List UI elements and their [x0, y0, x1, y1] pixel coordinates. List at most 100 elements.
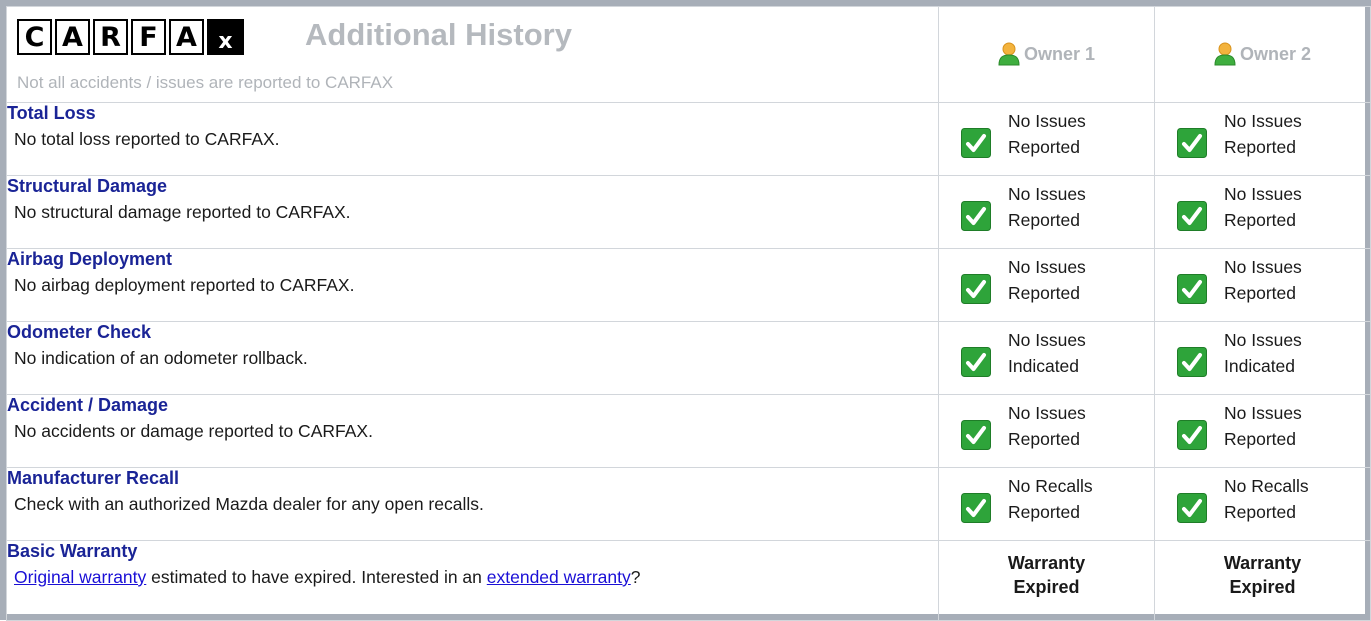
warranty-status-line: Expired [1013, 577, 1080, 597]
owner-1-status: No Issues Indicated [938, 321, 1155, 395]
check-icon [961, 493, 991, 523]
owner-2-status: No Issues Reported [1154, 248, 1371, 322]
owner-1-status: No Recalls Reported [938, 467, 1155, 541]
item-cell: Accident / Damage No accidents or damage… [6, 394, 939, 468]
item-title: Basic Warranty [7, 541, 138, 561]
check-icon [1177, 347, 1207, 377]
status-text: No Recalls [1224, 476, 1309, 496]
check-icon [1177, 201, 1207, 231]
person-icon [998, 42, 1020, 66]
warranty-status-line: Warranty [1223, 553, 1302, 573]
item-title: Structural Damage [7, 176, 168, 196]
history-row-total-loss: Total Loss No total loss reported to CAR… [6, 102, 1371, 176]
owner-1-header: Owner 1 [938, 6, 1155, 103]
item-cell: Basic Warranty Original warranty estimat… [6, 540, 939, 621]
item-title: Manufacturer Recall [7, 468, 180, 488]
item-description: Check with an authorized Mazda dealer fo… [14, 494, 484, 514]
status-text: No Issues [1224, 111, 1302, 131]
owner-1-status: No Issues Reported [938, 394, 1155, 468]
extended-warranty-link[interactable]: extended warranty [487, 567, 631, 587]
status-text: Reported [1224, 429, 1296, 449]
item-description: No structural damage reported to CARFAX. [14, 202, 351, 222]
status-text: No Issues [1224, 257, 1302, 277]
item-cell: Manufacturer Recall Check with an author… [6, 467, 939, 541]
owner-2-status: No Recalls Reported [1154, 467, 1371, 541]
original-warranty-link[interactable]: Original warranty [14, 567, 146, 587]
status-text: No Issues [1008, 111, 1086, 131]
owner-2-status: No Issues Reported [1154, 175, 1371, 249]
owner-2-warranty: Warranty Expired [1154, 540, 1371, 621]
carfax-logo: C A R F A x [17, 19, 247, 55]
status-text: Reported [1008, 429, 1080, 449]
status-text: No Recalls [1008, 476, 1093, 496]
logo-letter: x [207, 19, 244, 55]
check-icon [1177, 128, 1207, 158]
status-text: No Issues [1224, 330, 1302, 350]
section-title: Additional History [305, 17, 572, 52]
status-text: Reported [1008, 137, 1080, 157]
status-text: Reported [1224, 283, 1296, 303]
item-description: Original warranty estimated to have expi… [7, 567, 938, 588]
history-row-structural-damage: Structural Damage No structural damage r… [6, 175, 1371, 249]
history-row-manufacturer-recall: Manufacturer Recall Check with an author… [6, 467, 1371, 541]
logo-letter: A [169, 19, 204, 55]
history-row-accident-damage: Accident / Damage No accidents or damage… [6, 394, 1371, 468]
owner-2-status: No Issues Indicated [1154, 321, 1371, 395]
history-table: C A R F A x Additional History Not all a… [6, 6, 1371, 621]
item-title: Accident / Damage [7, 395, 169, 415]
owner-1-status: No Issues Reported [938, 175, 1155, 249]
logo-letter: F [131, 19, 166, 55]
header-row: C A R F A x Additional History Not all a… [6, 6, 1371, 103]
item-cell: Structural Damage No structural damage r… [6, 175, 939, 249]
item-title: Airbag Deployment [7, 249, 173, 269]
status-text: Indicated [1224, 356, 1296, 376]
status-text: Reported [1224, 137, 1296, 157]
item-cell: Total Loss No total loss reported to CAR… [6, 102, 939, 176]
owner-label: Owner 1 [1023, 43, 1096, 64]
item-description: No indication of an odometer rollback. [14, 348, 308, 368]
warranty-status-line: Expired [1229, 577, 1296, 597]
item-cell: Airbag Deployment No airbag deployment r… [6, 248, 939, 322]
check-icon [961, 274, 991, 304]
item-description: No accidents or damage reported to CARFA… [14, 421, 373, 441]
owner-1-status: No Issues Reported [938, 248, 1155, 322]
owner-label: Owner 2 [1239, 43, 1312, 64]
item-description: No total loss reported to CARFAX. [14, 129, 280, 149]
status-text: Reported [1224, 502, 1296, 522]
owner-2-status: No Issues Reported [1154, 102, 1371, 176]
check-icon [1177, 493, 1207, 523]
status-text: Reported [1224, 210, 1296, 230]
status-text: Reported [1008, 283, 1080, 303]
history-row-airbag-deployment: Airbag Deployment No airbag deployment r… [6, 248, 1371, 322]
check-icon [961, 347, 991, 377]
status-text: Reported [1008, 210, 1080, 230]
person-icon [1214, 42, 1236, 66]
warranty-text-end: ? [630, 567, 641, 587]
check-icon [961, 128, 991, 158]
item-description: No airbag deployment reported to CARFAX. [14, 275, 355, 295]
check-icon [1177, 274, 1207, 304]
check-icon [961, 201, 991, 231]
history-row-basic-warranty: Basic Warranty Original warranty estimat… [6, 540, 1371, 621]
item-cell: Odometer Check No indication of an odome… [6, 321, 939, 395]
check-icon [961, 420, 991, 450]
logo-letter: A [55, 19, 90, 55]
owner-2-status: No Issues Reported [1154, 394, 1371, 468]
additional-history-panel: C A R F A x Additional History Not all a… [0, 0, 1371, 621]
item-title: Total Loss [7, 103, 96, 123]
status-text: No Issues [1008, 184, 1086, 204]
logo-letter: C [17, 19, 52, 55]
status-text: No Issues [1008, 330, 1086, 350]
history-row-odometer-check: Odometer Check No indication of an odome… [6, 321, 1371, 395]
status-text: Reported [1008, 502, 1080, 522]
logo-letter: R [93, 19, 128, 55]
warranty-status-line: Warranty [1007, 553, 1086, 573]
status-text: No Issues [1008, 403, 1086, 423]
warranty-text: estimated to have expired. Interested in… [146, 567, 487, 587]
owner-1-status: No Issues Reported [938, 102, 1155, 176]
status-text: No Issues [1224, 184, 1302, 204]
check-icon [1177, 420, 1207, 450]
status-text: No Issues [1224, 403, 1302, 423]
owner-1-warranty: Warranty Expired [938, 540, 1155, 621]
status-text: No Issues [1008, 257, 1086, 277]
